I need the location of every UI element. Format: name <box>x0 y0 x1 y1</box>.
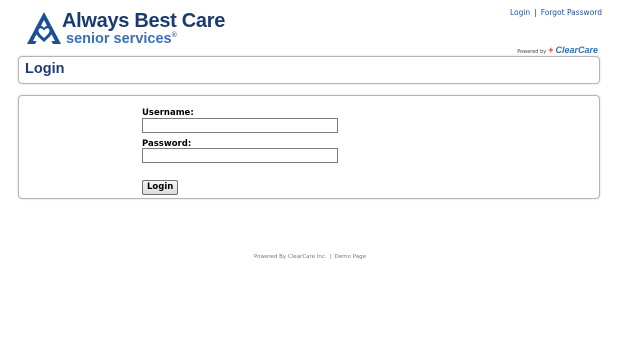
login-form: Username: Password: Login <box>18 95 600 199</box>
registered-mark: ® <box>171 32 177 39</box>
forgot-password-link[interactable]: Forgot Password <box>541 8 602 17</box>
footer: Powered By ClearCare Inc. | Demo Page <box>0 254 620 260</box>
username-input[interactable] <box>142 118 338 133</box>
always-best-care-logo[interactable]: Always Best Care senior services® <box>24 9 226 51</box>
username-label: Username: <box>142 108 194 118</box>
footer-powered-text: Powered By ClearCare Inc. <box>254 254 327 260</box>
page-title: Login <box>25 61 65 77</box>
powered-by-clearcare-logo[interactable]: Powered by + ClearCare <box>517 45 598 55</box>
page-title-panel: Login <box>18 56 600 84</box>
brand-name: Always Best Care <box>62 10 226 32</box>
top-nav: Login | Forgot Password <box>510 8 602 17</box>
clearcare-name: ClearCare <box>555 45 598 55</box>
demo-page-link[interactable]: Demo Page <box>335 254 366 260</box>
login-link[interactable]: Login <box>510 8 530 17</box>
powered-by-label: Powered by <box>517 49 547 55</box>
password-input[interactable] <box>142 148 338 163</box>
footer-separator: | <box>329 254 332 260</box>
clearcare-plus-icon: + <box>548 45 554 55</box>
heart-house-icon <box>27 12 61 44</box>
login-button[interactable]: Login <box>142 180 179 195</box>
brand-subtitle-text: senior services <box>66 31 172 47</box>
brand-subtitle: senior services® <box>66 31 177 47</box>
nav-separator: | <box>534 8 537 17</box>
header: Always Best Care senior services® Login |… <box>0 0 620 56</box>
